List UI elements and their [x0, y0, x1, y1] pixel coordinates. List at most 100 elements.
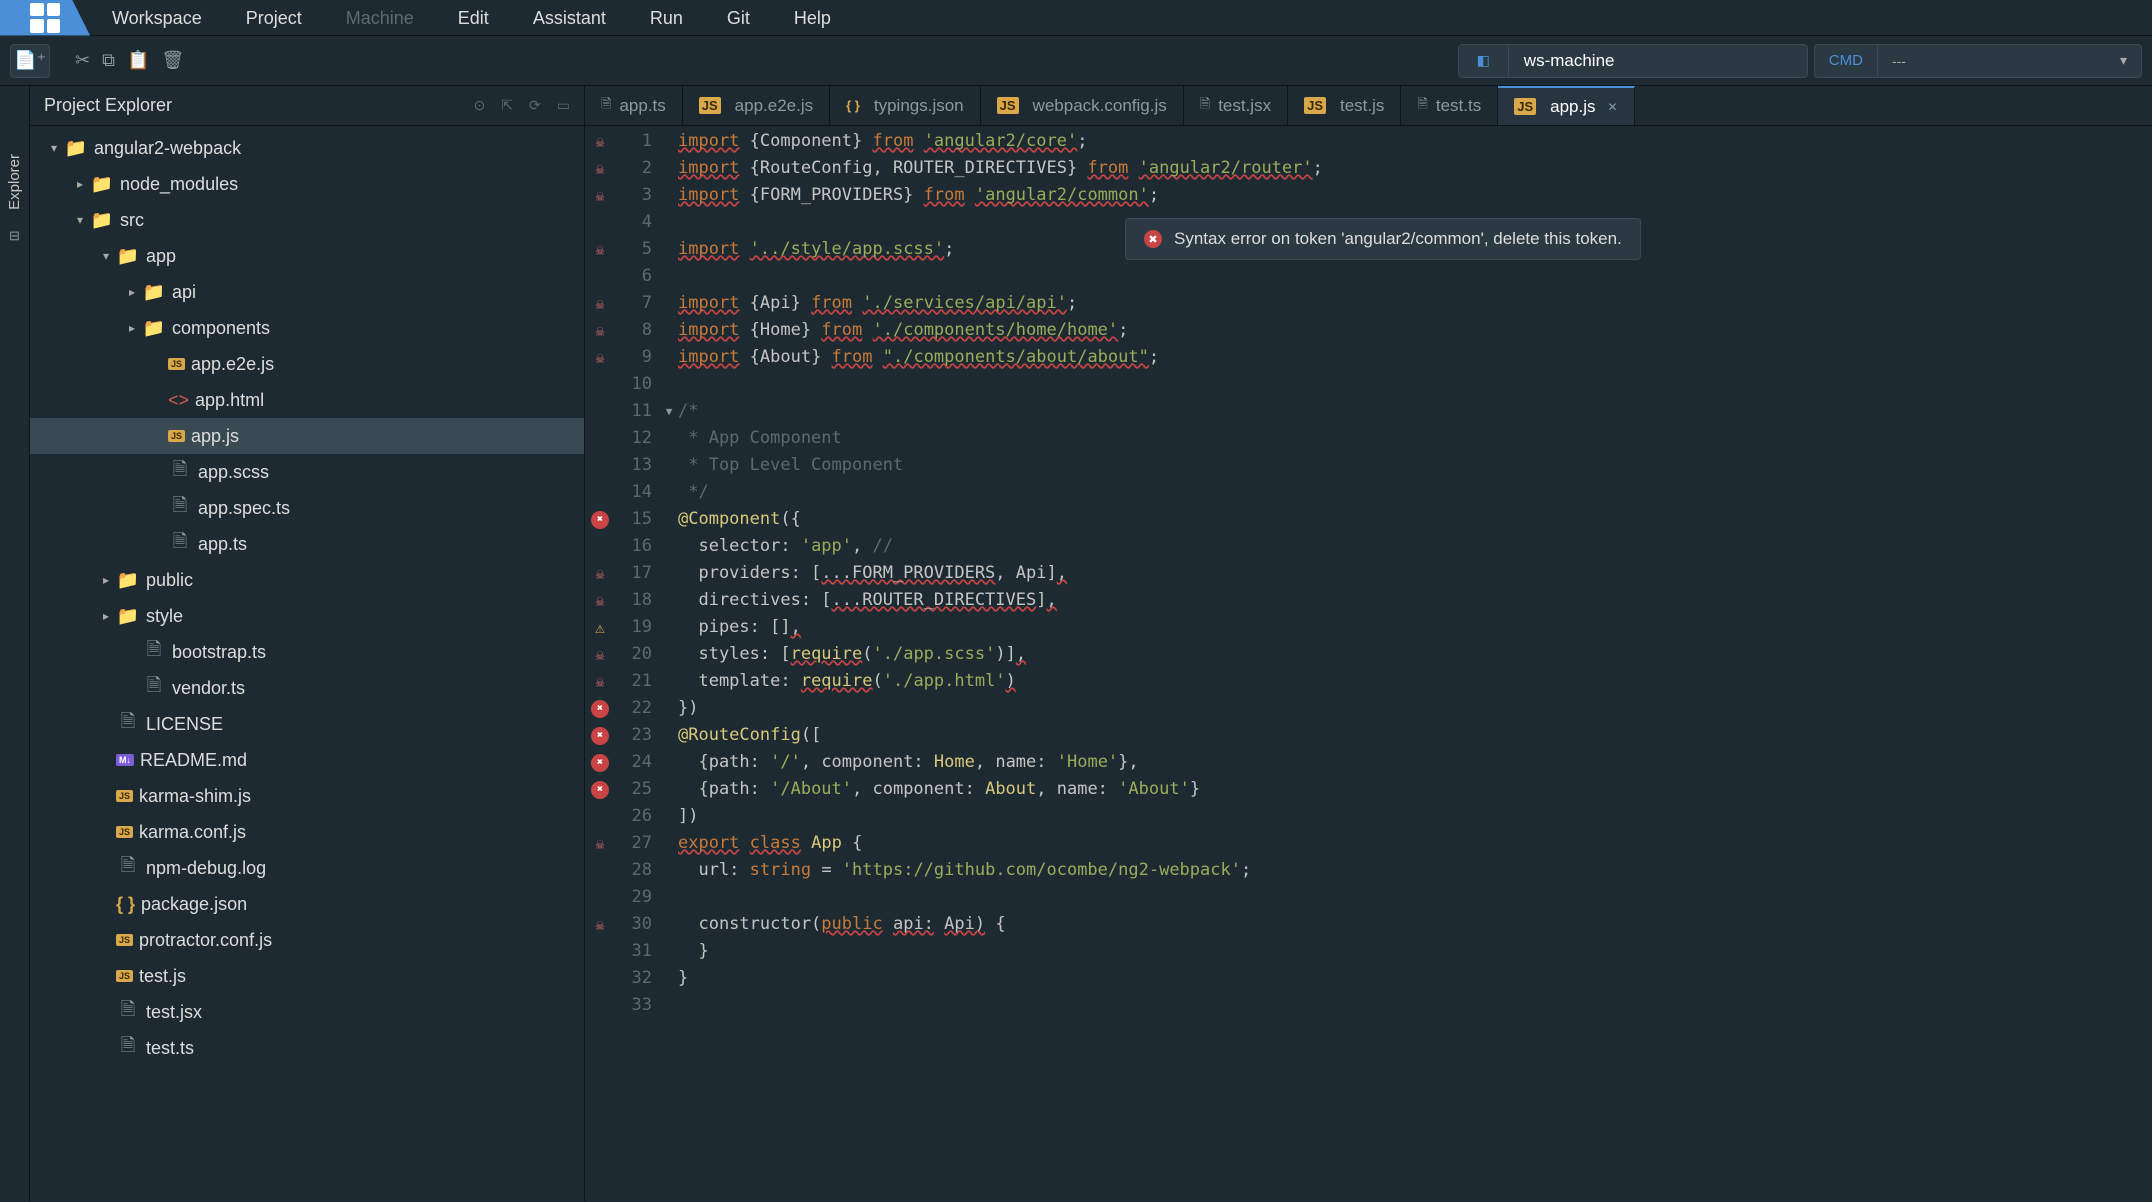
tree-item[interactable]: 🗎test.jsx [30, 994, 584, 1030]
menu-help[interactable]: Help [772, 0, 853, 36]
tree-item[interactable]: ▸📁node_modules [30, 166, 584, 202]
tree-label: components [172, 318, 270, 339]
editor-tab[interactable]: 🗎test.jsx [1184, 86, 1288, 125]
explorer-refresh-icon[interactable]: ⟳ [529, 97, 541, 114]
error-marker-icon[interactable] [591, 511, 609, 529]
tree-item[interactable]: { }package.json [30, 886, 584, 922]
warning-icon[interactable]: ⚠ [595, 618, 605, 637]
machine-selector[interactable]: ◧ ws-machine [1458, 44, 1808, 78]
error-skull-icon[interactable]: ☠ [595, 835, 604, 853]
paste-icon[interactable]: 📋 [127, 50, 149, 71]
tree-label: style [146, 606, 183, 627]
tree-item[interactable]: ▸📁api [30, 274, 584, 310]
tree-item[interactable]: JSkarma-shim.js [30, 778, 584, 814]
error-skull-icon[interactable]: ☠ [595, 673, 604, 691]
line-number: 29 [615, 884, 652, 911]
menu-edit[interactable]: Edit [436, 0, 511, 36]
tree-label: bootstrap.ts [172, 642, 266, 663]
copy-icon[interactable]: ⧉ [102, 50, 115, 71]
editor-tab[interactable]: { }typings.json [830, 86, 981, 125]
error-marker-icon[interactable] [591, 754, 609, 772]
tree-label: app.e2e.js [191, 354, 274, 375]
error-skull-icon[interactable]: ☠ [595, 295, 604, 313]
tree-item[interactable]: M↓README.md [30, 742, 584, 778]
error-marker-icon[interactable] [591, 781, 609, 799]
error-skull-icon[interactable]: ☠ [595, 592, 604, 610]
error-skull-icon[interactable]: ☠ [595, 133, 604, 151]
tab-label: test.jsx [1218, 96, 1271, 116]
explorer-settings-icon[interactable]: ⊙ [474, 97, 486, 114]
delete-icon[interactable]: 🗑 [161, 50, 184, 71]
menu-machine[interactable]: Machine [324, 0, 436, 36]
editor-tab[interactable]: JSapp.e2e.js [683, 86, 830, 125]
error-marker-icon[interactable] [591, 727, 609, 745]
line-number: 28 [615, 857, 652, 884]
rail-collapse-icon[interactable]: ⊟ [9, 228, 20, 244]
code-content[interactable]: import {Component} from 'angular2/core';… [678, 126, 2152, 1202]
line-number: 24 [615, 749, 652, 776]
tree-label: app.scss [198, 462, 269, 483]
rail-explorer-tab[interactable]: Explorer [6, 146, 23, 218]
command-selector[interactable]: CMD --- ▾ [1814, 44, 2142, 78]
editor-tab[interactable]: 🗎app.ts [585, 86, 683, 125]
tree-item[interactable]: JSapp.js [30, 418, 584, 454]
editor-body[interactable]: ☠☠☠☠☠☠☠☠☠⚠☠☠☠☠ 1234567891011121314151617… [585, 126, 2152, 1202]
new-file-button[interactable]: 📄⁺ [10, 44, 50, 78]
line-number: 5 [615, 236, 652, 263]
editor-tab[interactable]: JStest.js [1288, 86, 1401, 125]
tree-item[interactable]: 🗎app.ts [30, 526, 584, 562]
explorer-link-icon[interactable]: ⇱ [501, 97, 513, 114]
tree-item[interactable]: 🗎bootstrap.ts [30, 634, 584, 670]
cut-icon[interactable]: ✂ [75, 50, 90, 71]
error-skull-icon[interactable]: ☠ [595, 646, 604, 664]
error-skull-icon[interactable]: ☠ [595, 916, 604, 934]
explorer-header: Project Explorer ⊙ ⇱ ⟳ ▭ [30, 86, 584, 126]
tree-item[interactable]: 🗎LICENSE [30, 706, 584, 742]
tree-item[interactable]: 🗎test.ts [30, 1030, 584, 1066]
tree-item[interactable]: 🗎vendor.ts [30, 670, 584, 706]
tree-item[interactable]: 🗎npm-debug.log [30, 850, 584, 886]
tree-item[interactable]: JStest.js [30, 958, 584, 994]
tree-item[interactable]: ▸📁components [30, 310, 584, 346]
editor-tab[interactable]: 🗎test.ts [1401, 86, 1498, 125]
tree-item[interactable]: JSapp.e2e.js [30, 346, 584, 382]
menu-workspace[interactable]: Workspace [90, 0, 224, 36]
menu-project[interactable]: Project [224, 0, 324, 36]
tree-item[interactable]: ▸📁style [30, 598, 584, 634]
tree-label: README.md [140, 750, 247, 771]
explorer-minimize-icon[interactable]: ▭ [557, 97, 570, 114]
error-marker-icon[interactable] [591, 700, 609, 718]
editor-tab[interactable]: JSwebpack.config.js [981, 86, 1184, 125]
error-skull-icon[interactable]: ☠ [595, 322, 604, 340]
tree-item[interactable]: JSprotractor.conf.js [30, 922, 584, 958]
error-skull-icon[interactable]: ☠ [595, 565, 604, 583]
line-number: 9 [615, 344, 652, 371]
tree-item[interactable]: ▸📁public [30, 562, 584, 598]
tree-item[interactable]: <>app.html [30, 382, 584, 418]
menu-git[interactable]: Git [705, 0, 772, 36]
tree-item[interactable]: ▾📁app [30, 238, 584, 274]
fold-icon[interactable]: ▼ [666, 405, 673, 418]
line-number: 3 [615, 182, 652, 209]
app-logo[interactable] [0, 0, 90, 36]
menu-assistant[interactable]: Assistant [511, 0, 628, 36]
tree-item[interactable]: JSkarma.conf.js [30, 814, 584, 850]
line-number: 1 [615, 128, 652, 155]
error-skull-icon[interactable]: ☠ [595, 241, 604, 259]
tree-item[interactable]: ▾📁src [30, 202, 584, 238]
tree-item[interactable]: 🗎app.spec.ts [30, 490, 584, 526]
tree-item[interactable]: ▾📁angular2-webpack [30, 130, 584, 166]
toolbar: 📄⁺ ✂ ⧉ 📋 🗑 ◧ ws-machine CMD --- ▾ [0, 36, 2152, 86]
menu-run[interactable]: Run [628, 0, 705, 36]
error-skull-icon[interactable]: ☠ [595, 187, 604, 205]
error-skull-icon[interactable]: ☠ [595, 349, 604, 367]
tree-item[interactable]: 🗎app.scss [30, 454, 584, 490]
tree-caret-icon: ▸ [122, 285, 142, 299]
editor-tab[interactable]: JSapp.js✕ [1498, 86, 1634, 125]
tree-caret-icon: ▾ [70, 213, 90, 227]
error-skull-icon[interactable]: ☠ [595, 160, 604, 178]
editor-area: 🗎app.tsJSapp.e2e.js{ }typings.jsonJSwebp… [585, 86, 2152, 1202]
close-icon[interactable]: ✕ [1608, 100, 1618, 114]
machine-name: ws-machine [1509, 51, 1807, 71]
line-number: 22 [615, 695, 652, 722]
